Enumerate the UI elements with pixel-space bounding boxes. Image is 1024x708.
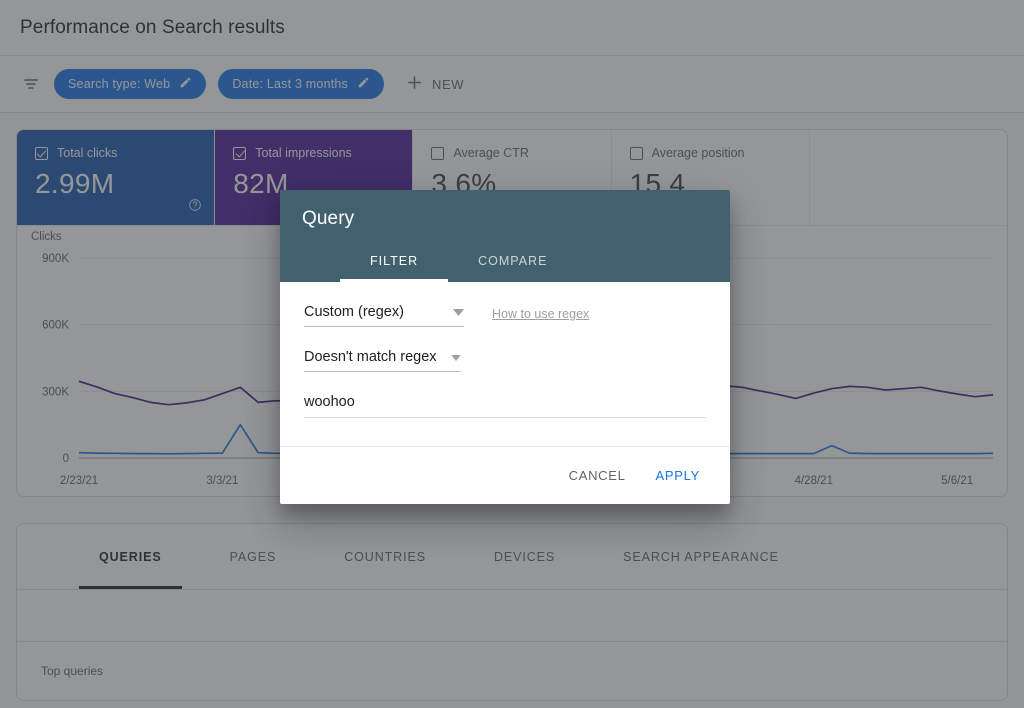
- dialog-tab-compare-label: COMPARE: [478, 254, 548, 268]
- dialog-tab-filter-label: FILTER: [370, 254, 419, 268]
- apply-button[interactable]: APPLY: [646, 461, 710, 490]
- filter-value-text: woohoo: [304, 394, 355, 410]
- dialog-actions: CANCEL APPLY: [280, 446, 730, 504]
- operator-row: Doesn't match regex: [304, 349, 706, 372]
- chevron-down-icon: [451, 349, 461, 365]
- query-filter-dialog: Query FILTER COMPARE Custom (regex) How: [280, 190, 730, 504]
- app-root: Performance on Search results Search typ…: [0, 0, 1024, 708]
- operator-value: Doesn't match regex: [304, 349, 437, 365]
- dialog-tab-compare[interactable]: COMPARE: [448, 254, 577, 282]
- dialog-body: Custom (regex) How to use regex Doesn't …: [280, 282, 730, 446]
- match-type-value: Custom (regex): [304, 304, 404, 320]
- filter-value-input[interactable]: woohoo: [304, 394, 706, 418]
- cancel-button[interactable]: CANCEL: [559, 461, 636, 490]
- how-to-use-regex-link[interactable]: How to use regex: [492, 307, 589, 327]
- dialog-tabs: FILTER COMPARE: [302, 254, 708, 282]
- chevron-down-icon: [453, 304, 464, 320]
- operator-select[interactable]: Doesn't match regex: [304, 349, 461, 372]
- match-type-select[interactable]: Custom (regex): [304, 304, 464, 327]
- dialog-tab-filter[interactable]: FILTER: [340, 254, 449, 282]
- dialog-header: Query FILTER COMPARE: [280, 190, 730, 282]
- dialog-title: Query: [302, 208, 355, 229]
- match-type-row: Custom (regex) How to use regex: [304, 304, 706, 327]
